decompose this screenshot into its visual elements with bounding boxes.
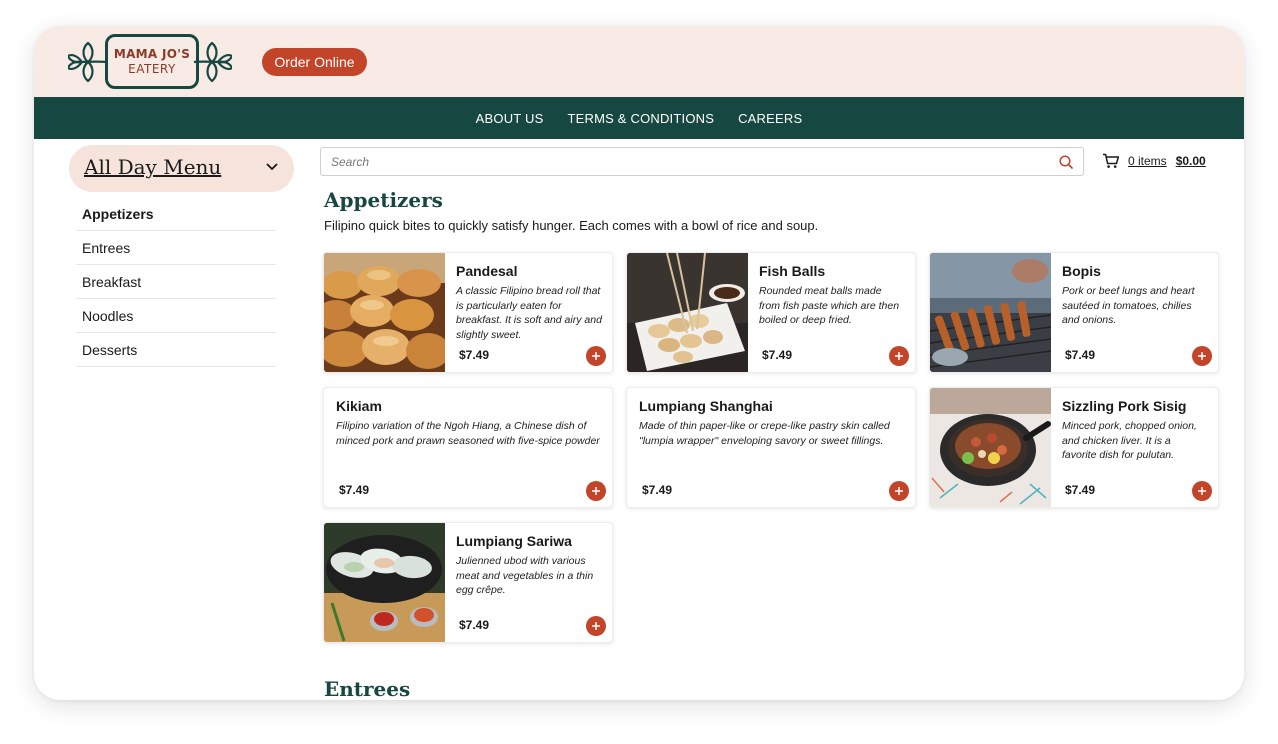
- plus-icon: [592, 352, 600, 360]
- plus-icon: [592, 622, 600, 630]
- nav-careers[interactable]: CAREERS: [738, 111, 802, 126]
- item-price: $7.49: [1065, 348, 1096, 362]
- fresh-spring-rolls-photo: [324, 523, 445, 642]
- item-name: Sizzling Pork Sisig: [1062, 398, 1187, 414]
- menu-card-kikiam[interactable]: Kikiam Filipino variation of the Ngoh Hi…: [323, 387, 613, 508]
- card-body: Kikiam Filipino variation of the Ngoh Hi…: [336, 398, 602, 448]
- item-price: $7.49: [762, 348, 793, 362]
- search-icon[interactable]: [1059, 155, 1073, 169]
- menu-card-lumpiang-sariwa[interactable]: Lumpiang Sariwa Julienned ubod with vari…: [323, 522, 613, 643]
- fish-balls-photo: [627, 253, 748, 372]
- add-to-cart-button[interactable]: [889, 481, 909, 501]
- logo-wordmark: MAMA JO'S EATERY: [105, 34, 199, 89]
- leaf-icon: [193, 41, 232, 83]
- item-description: Rounded meat balls made from fish paste …: [759, 285, 900, 326]
- chevron-down-icon: [266, 163, 278, 171]
- card-body: Fish Balls Rounded meat balls made from …: [759, 263, 905, 328]
- nav-about-us[interactable]: ABOUT US: [476, 111, 544, 126]
- section-title-appetizers: Appetizers: [324, 188, 443, 212]
- item-description: Julienned ubod with various meat and veg…: [456, 555, 594, 596]
- item-name: Kikiam: [336, 398, 382, 414]
- sizzling-sisig-photo: [930, 388, 1051, 507]
- menu-card-pandesal[interactable]: Pandesal A classic Filipino bread roll t…: [323, 252, 613, 373]
- item-description: Pork or beef lungs and heart sautéed in …: [1062, 285, 1195, 326]
- category-desserts[interactable]: Desserts: [76, 333, 276, 367]
- item-name: Pandesal: [456, 263, 518, 279]
- card-body: Sizzling Pork Sisig Minced pork, chopped…: [1062, 398, 1208, 463]
- category-appetizers[interactable]: Appetizers: [76, 197, 276, 231]
- card-body: Bopis Pork or beef lungs and heart sauté…: [1062, 263, 1208, 328]
- item-price: $7.49: [339, 483, 370, 497]
- cart-item-count[interactable]: 0 items: [1128, 154, 1167, 168]
- menu-card-bopis[interactable]: Bopis Pork or beef lungs and heart sauté…: [929, 252, 1219, 373]
- plus-icon: [1198, 352, 1206, 360]
- bread-rolls-photo: [324, 253, 445, 372]
- menu-card-sizzling-pork-sisig[interactable]: Sizzling Pork Sisig Minced pork, chopped…: [929, 387, 1219, 508]
- nav-terms-conditions[interactable]: TERMS & CONDITIONS: [567, 111, 714, 126]
- category-list: Appetizers Entrees Breakfast Noodles Des…: [76, 197, 276, 367]
- plus-icon: [592, 487, 600, 495]
- cart-summary[interactable]: 0 items $0.00: [1102, 152, 1206, 170]
- grilled-skewers-photo: [930, 253, 1051, 372]
- item-name: Fish Balls: [759, 263, 826, 279]
- leaf-icon: [68, 41, 107, 83]
- category-breakfast[interactable]: Breakfast: [76, 265, 276, 299]
- card-body: Lumpiang Sariwa Julienned ubod with vari…: [456, 533, 602, 598]
- menu-selector-label: All Day Menu: [84, 155, 222, 179]
- item-description: A classic Filipino bread roll that is pa…: [456, 285, 602, 341]
- item-price: $7.49: [642, 483, 673, 497]
- item-price: $7.49: [1065, 483, 1096, 497]
- main-nav: ABOUT US TERMS & CONDITIONS CAREERS: [34, 97, 1244, 139]
- item-name: Lumpiang Sariwa: [456, 533, 572, 549]
- card-body: Lumpiang Shanghai Made of thin paper-lik…: [639, 398, 905, 448]
- cart-icon: [1103, 153, 1120, 168]
- plus-icon: [895, 487, 903, 495]
- cart-total[interactable]: $0.00: [1176, 154, 1206, 168]
- plus-icon: [895, 352, 903, 360]
- menu-selector[interactable]: All Day Menu: [69, 145, 294, 192]
- item-name: Lumpiang Shanghai: [639, 398, 773, 414]
- add-to-cart-button[interactable]: [586, 481, 606, 501]
- header: MAMA JO'S EATERY Order Online: [34, 26, 1244, 97]
- item-price: $7.49: [459, 618, 490, 632]
- logo-line-2: EATERY: [128, 61, 176, 76]
- category-entrees[interactable]: Entrees: [76, 231, 276, 265]
- item-description: Made of thin paper-like or crepe-like pa…: [639, 420, 890, 447]
- item-description: Filipino variation of the Ngoh Hiang, a …: [336, 420, 600, 447]
- section-description: Filipino quick bites to quickly satisfy …: [324, 218, 819, 233]
- search-input[interactable]: [321, 148, 1041, 175]
- item-price: $7.49: [459, 348, 490, 362]
- logo-line-1: MAMA JO'S: [113, 46, 191, 61]
- item-name: Bopis: [1062, 263, 1101, 279]
- menu-card-fish-balls[interactable]: Fish Balls Rounded meat balls made from …: [626, 252, 916, 373]
- menu-card-lumpiang-shanghai[interactable]: Lumpiang Shanghai Made of thin paper-lik…: [626, 387, 916, 508]
- category-noodles[interactable]: Noodles: [76, 299, 276, 333]
- order-online-button[interactable]: Order Online: [262, 48, 367, 76]
- add-to-cart-button[interactable]: [586, 616, 606, 636]
- add-to-cart-button[interactable]: [889, 346, 909, 366]
- plus-icon: [1198, 487, 1206, 495]
- app-window: MAMA JO'S EATERY Order Online ABOUT US T…: [34, 26, 1244, 700]
- add-to-cart-button[interactable]: [586, 346, 606, 366]
- add-to-cart-button[interactable]: [1192, 481, 1212, 501]
- item-description: Minced pork, chopped onion, and chicken …: [1062, 420, 1197, 461]
- brand-logo[interactable]: MAMA JO'S EATERY: [68, 33, 232, 91]
- search-bar: [320, 147, 1084, 176]
- section-title-entrees: Entrees: [324, 677, 411, 700]
- add-to-cart-button[interactable]: [1192, 346, 1212, 366]
- card-body: Pandesal A classic Filipino bread roll t…: [456, 263, 602, 342]
